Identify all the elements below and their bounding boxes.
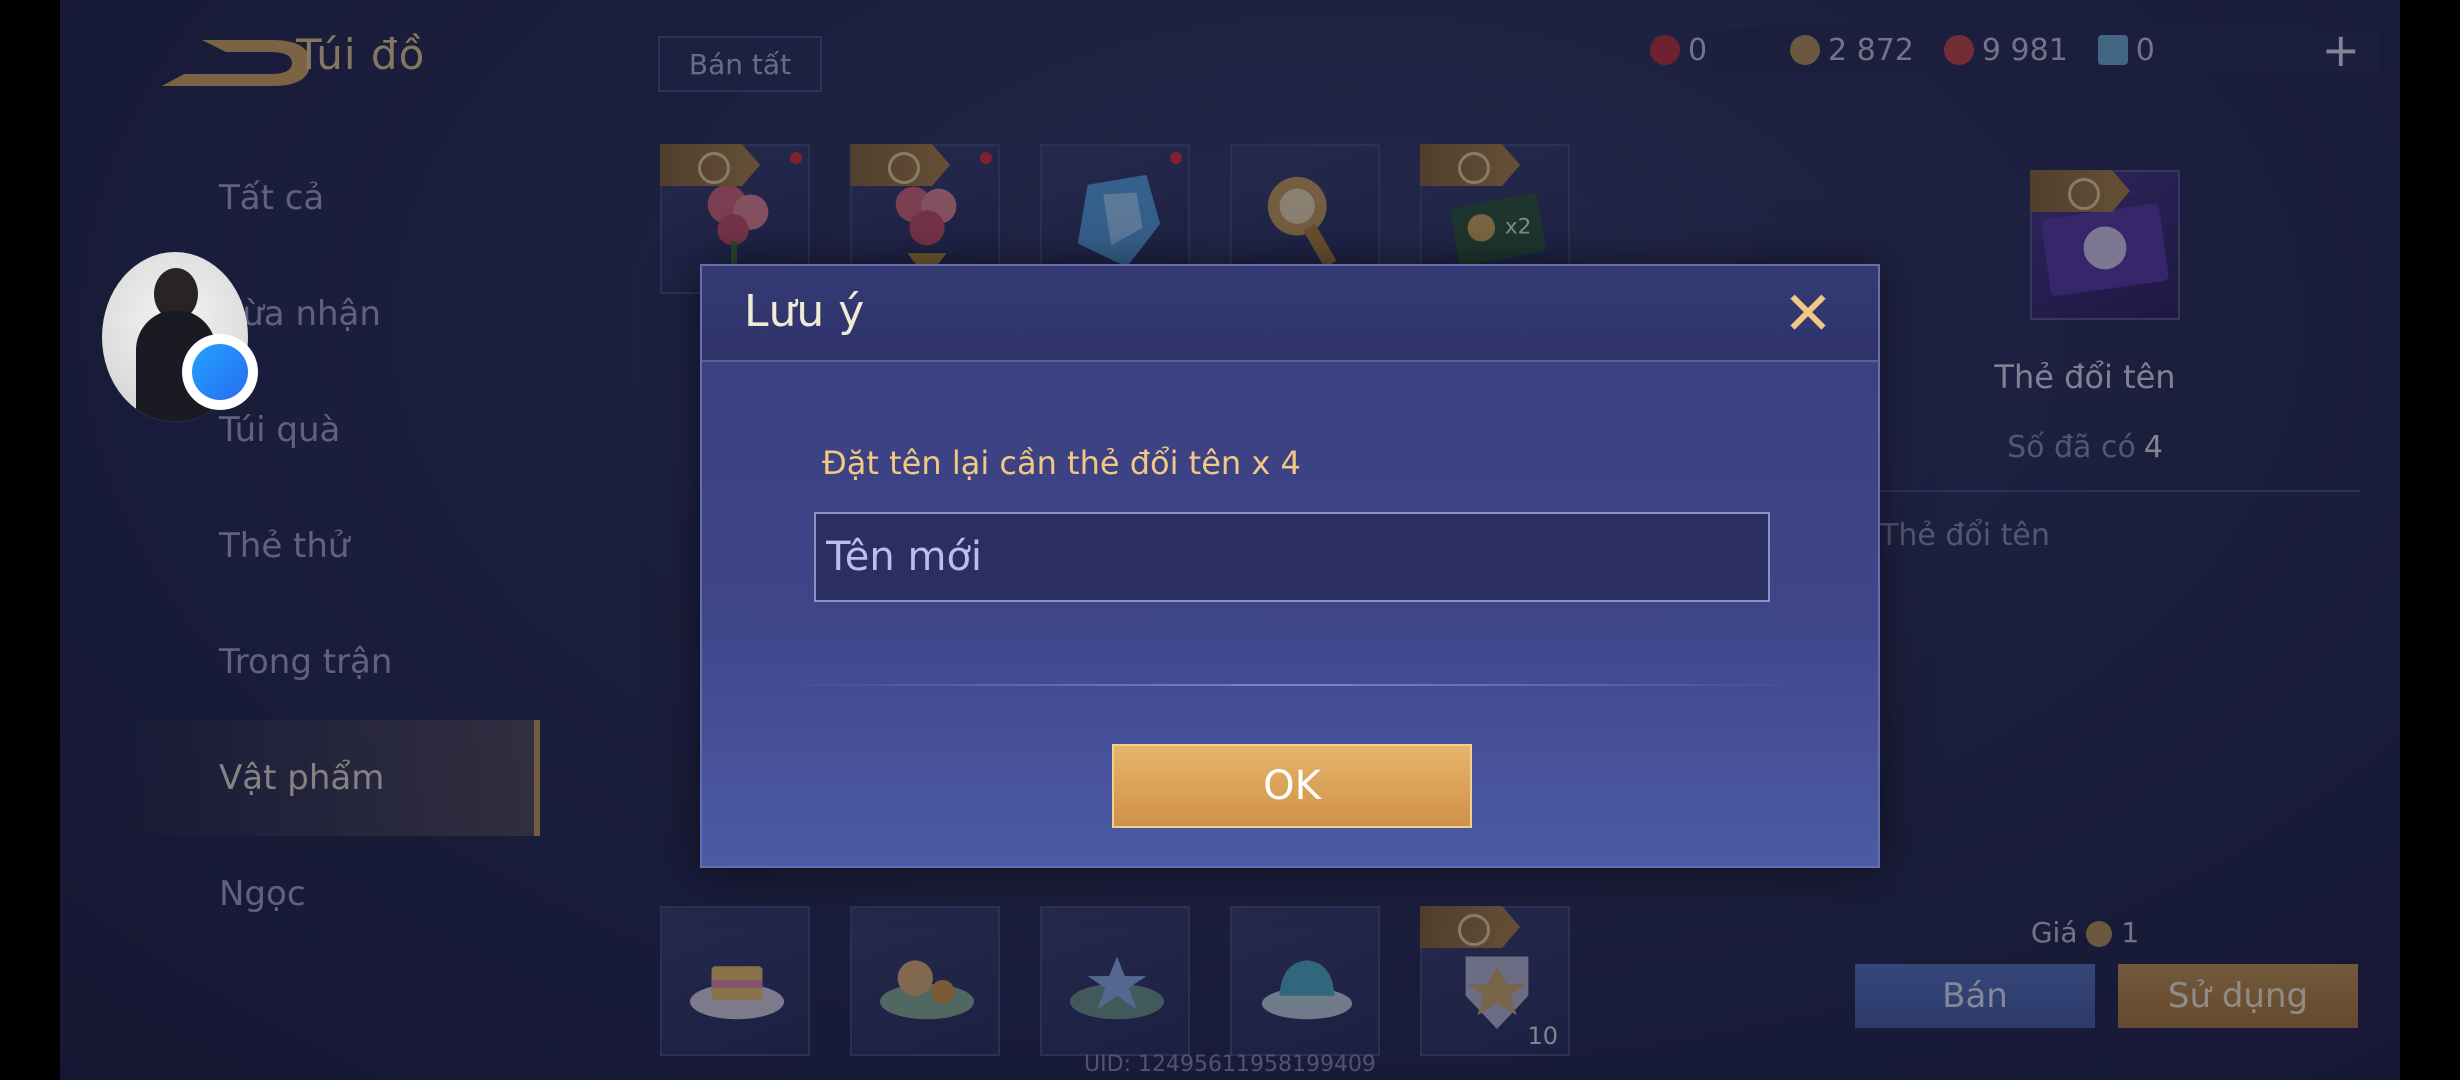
sell-button[interactable]: Bán <box>1855 964 2095 1028</box>
new-name-input[interactable] <box>814 512 1770 602</box>
gold-coin-icon <box>2086 921 2113 947</box>
sell-all-button[interactable]: Bán tất <box>658 36 822 92</box>
sidebar-item-all[interactable]: Tất cả <box>120 140 540 256</box>
new-dot <box>980 152 992 164</box>
new-dot <box>790 152 802 164</box>
game-screen: Túi đồ Bán tất 0 2 872 9 981 0 + Tất cả … <box>60 0 2400 1080</box>
star-candy-plate-icon <box>1069 956 1165 1020</box>
voucher-icon <box>2097 35 2128 65</box>
red-gem-icon <box>1650 35 1680 65</box>
grid-item[interactable] <box>1040 906 1190 1056</box>
currency-value: 9 981 <box>1981 32 2068 68</box>
price-value: 1 <box>2121 916 2140 949</box>
sidebar-item-label: Ngọc <box>219 874 306 914</box>
item-detail-panel: Thẻ đổi tên Số đã có 4 Thẻ đổi tên Giá 1 … <box>1800 140 2370 1028</box>
close-icon[interactable]: ✕ <box>1780 284 1836 344</box>
grid-item[interactable] <box>660 906 810 1056</box>
currency-value: 0 <box>2135 32 2155 68</box>
divider <box>774 684 1810 686</box>
currency-voucher: 0 <box>2097 32 2208 68</box>
item-count: 10 <box>1527 1022 1558 1050</box>
tag-badge <box>1420 906 1520 948</box>
currency-red-gem: 0 <box>1650 33 1760 68</box>
selected-item-thumbnail <box>2030 170 2180 320</box>
gold-coin-icon <box>1790 35 1820 65</box>
price-row: Giá 1 <box>1800 916 2370 949</box>
currency-gold-coin: 2 872 <box>1790 33 1914 68</box>
sidebar-item-in-match[interactable]: Trong trận <box>120 604 540 720</box>
grid-item[interactable]: 10 <box>1420 906 1570 1056</box>
item-name: Thẻ đổi tên <box>1994 358 2176 396</box>
new-dot <box>1170 152 1182 164</box>
currency-value: 0 <box>1688 32 1708 68</box>
sidebar-item-label: Vật phẩm <box>219 758 385 798</box>
dialog-header: Lưu ý ✕ <box>702 266 1878 362</box>
sidebar-item-label: Túi quà <box>219 410 341 450</box>
dialog-title: Lưu ý <box>744 286 865 337</box>
messenger-icon[interactable] <box>182 334 258 410</box>
page-title: Túi đồ <box>296 30 426 79</box>
golden-horn-icon <box>1267 176 1337 268</box>
tag-badge <box>850 144 950 186</box>
blue-crystal-icon <box>1077 174 1161 268</box>
sidebar-item-trial-cards[interactable]: Thẻ thử <box>120 488 540 604</box>
user-id: UID: 12495611958199409 <box>1084 1052 1376 1077</box>
currency-ruby: 9 981 <box>1943 32 2068 68</box>
cake-plate-icon <box>689 966 785 1020</box>
sidebar-item-gems[interactable]: Ngọc <box>120 836 540 952</box>
rename-dialog: Lưu ý ✕ Đặt tên lại cần thẻ đổi tên x 4 … <box>700 264 1880 868</box>
dialog-prompt: Đặt tên lại cần thẻ đổi tên x 4 <box>822 444 1301 482</box>
owned-count: Số đã có 4 <box>1800 430 2370 465</box>
cookie-plate-icon <box>879 960 975 1020</box>
ruby-icon <box>1943 35 1974 65</box>
sidebar-item-label: Tất cả <box>219 178 325 218</box>
tag-badge <box>2030 170 2130 212</box>
tag-badge <box>1420 144 1520 186</box>
tag-badge <box>660 144 760 186</box>
item-description: Thẻ đổi tên <box>1880 518 2050 553</box>
currency-bar: 0 2 872 9 981 0 + <box>1650 27 2380 73</box>
messenger-badge <box>192 344 248 400</box>
divider <box>1840 490 2360 492</box>
jelly-plate-icon <box>1261 960 1353 1020</box>
owned-label: Số đã có <box>2007 430 2136 465</box>
plus-icon[interactable]: + <box>2321 27 2360 73</box>
grid-item[interactable] <box>1230 906 1380 1056</box>
use-button[interactable]: Sử dụng <box>2118 964 2358 1028</box>
grid-item[interactable] <box>850 906 1000 1056</box>
owned-value: 4 <box>2143 430 2163 465</box>
price-label: Giá <box>2030 916 2078 949</box>
sidebar-item-label: Trong trận <box>219 642 393 682</box>
sidebar-item-items[interactable]: Vật phẩm <box>120 720 540 836</box>
ok-button[interactable]: OK <box>1112 744 1472 828</box>
back-arrow-icon[interactable] <box>162 38 312 88</box>
svg-text:x2: x2 <box>1505 215 1531 240</box>
currency-value: 2 872 <box>1828 32 1914 68</box>
sidebar-item-label: Thẻ thử <box>219 526 350 566</box>
